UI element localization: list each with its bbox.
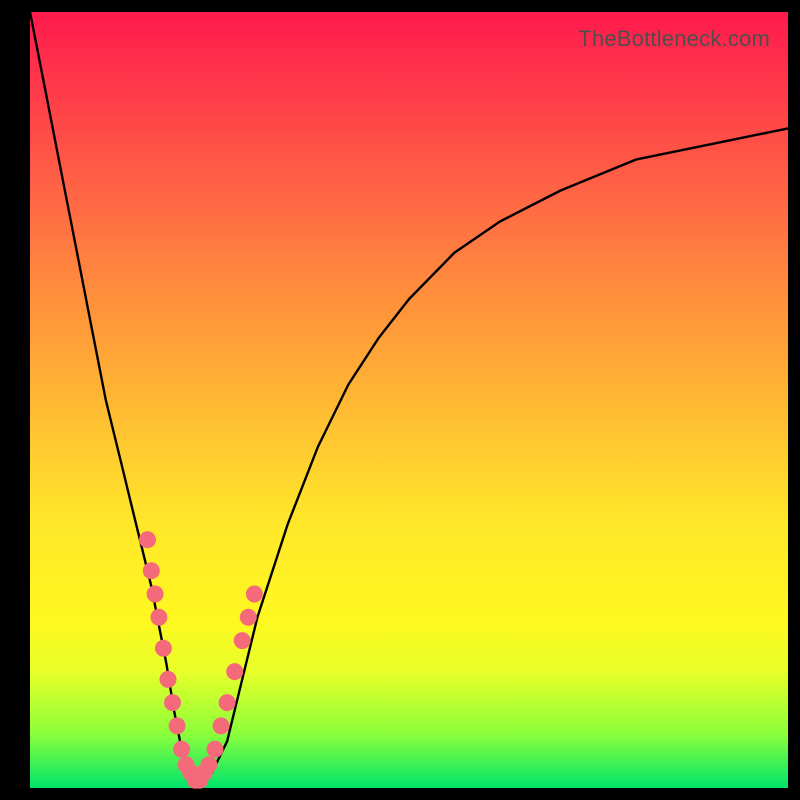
highlight-dot [143, 562, 160, 579]
highlight-dot [160, 671, 177, 688]
bottleneck-curve [30, 12, 788, 780]
highlight-dot [173, 741, 190, 758]
highlight-dot [164, 694, 181, 711]
highlight-dot [207, 741, 224, 758]
curve-svg [30, 12, 788, 788]
chart-plot-area: TheBottleneck.com [30, 12, 788, 788]
highlight-dot [234, 632, 251, 649]
highlight-dot [169, 717, 186, 734]
highlight-dots [139, 531, 263, 789]
highlight-dot [213, 717, 230, 734]
highlight-dot [226, 663, 243, 680]
highlight-dot [219, 694, 236, 711]
highlight-dot [147, 586, 164, 603]
highlight-dot [150, 609, 167, 626]
highlight-dot [246, 586, 263, 603]
bottleneck-curve-path [30, 12, 788, 780]
highlight-dot [139, 531, 156, 548]
highlight-dot [240, 609, 257, 626]
highlight-dot [200, 756, 217, 773]
highlight-dot [155, 640, 172, 657]
